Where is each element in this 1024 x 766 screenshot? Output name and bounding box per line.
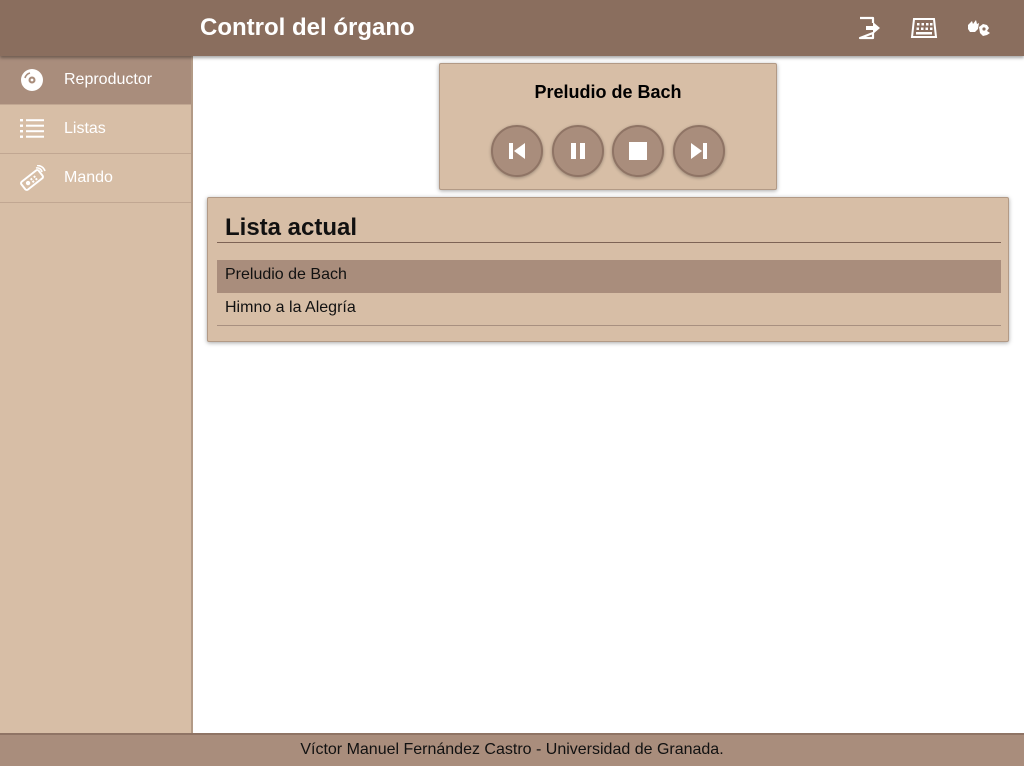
logout-button[interactable] xyxy=(855,14,883,42)
sidebar-item-mando[interactable]: Mando xyxy=(0,154,191,203)
divider xyxy=(217,242,1001,243)
list-item[interactable]: Himno a la Alegría xyxy=(217,293,1001,326)
sidebar-item-reproductor[interactable]: Reproductor xyxy=(0,56,191,105)
next-button[interactable] xyxy=(673,125,725,177)
pause-icon xyxy=(571,143,585,159)
sign-language-button[interactable] xyxy=(965,14,993,42)
current-list-card: Lista actual Preludio de Bach Himno a la… xyxy=(207,197,1009,342)
song-list: Preludio de Bach Himno a la Alegría xyxy=(217,260,1001,326)
keyboard-icon xyxy=(910,18,938,38)
sidebar-item-listas[interactable]: Listas xyxy=(0,105,191,154)
pause-button[interactable] xyxy=(552,125,604,177)
footer: Víctor Manuel Fernández Castro - Univers… xyxy=(0,733,1024,766)
list-item[interactable]: Preludio de Bach xyxy=(217,260,1001,293)
next-icon xyxy=(691,143,707,159)
keyboard-button[interactable] xyxy=(910,14,938,42)
sidebar-item-label: Reproductor xyxy=(64,71,153,88)
app-title: Control del órgano xyxy=(200,14,415,41)
logout-icon xyxy=(858,16,880,40)
top-bar: Control del órgano xyxy=(0,0,1024,56)
now-playing-title: Preludio de Bach xyxy=(534,82,682,102)
sidebar-item-label: Mando xyxy=(64,169,113,186)
previous-icon xyxy=(509,143,525,159)
sidebar-item-label: Listas xyxy=(64,120,106,137)
sidebar: Reproductor Listas Mando xyxy=(0,56,193,733)
sign-language-icon xyxy=(968,20,990,36)
list-icon xyxy=(18,116,46,142)
previous-button[interactable] xyxy=(491,125,543,177)
stop-button[interactable] xyxy=(612,125,664,177)
disc-icon xyxy=(18,67,46,93)
remote-control-icon xyxy=(18,165,46,191)
player-card: Preludio de Bach xyxy=(439,63,777,190)
stop-icon xyxy=(629,142,647,160)
list-title: Lista actual xyxy=(225,214,358,241)
